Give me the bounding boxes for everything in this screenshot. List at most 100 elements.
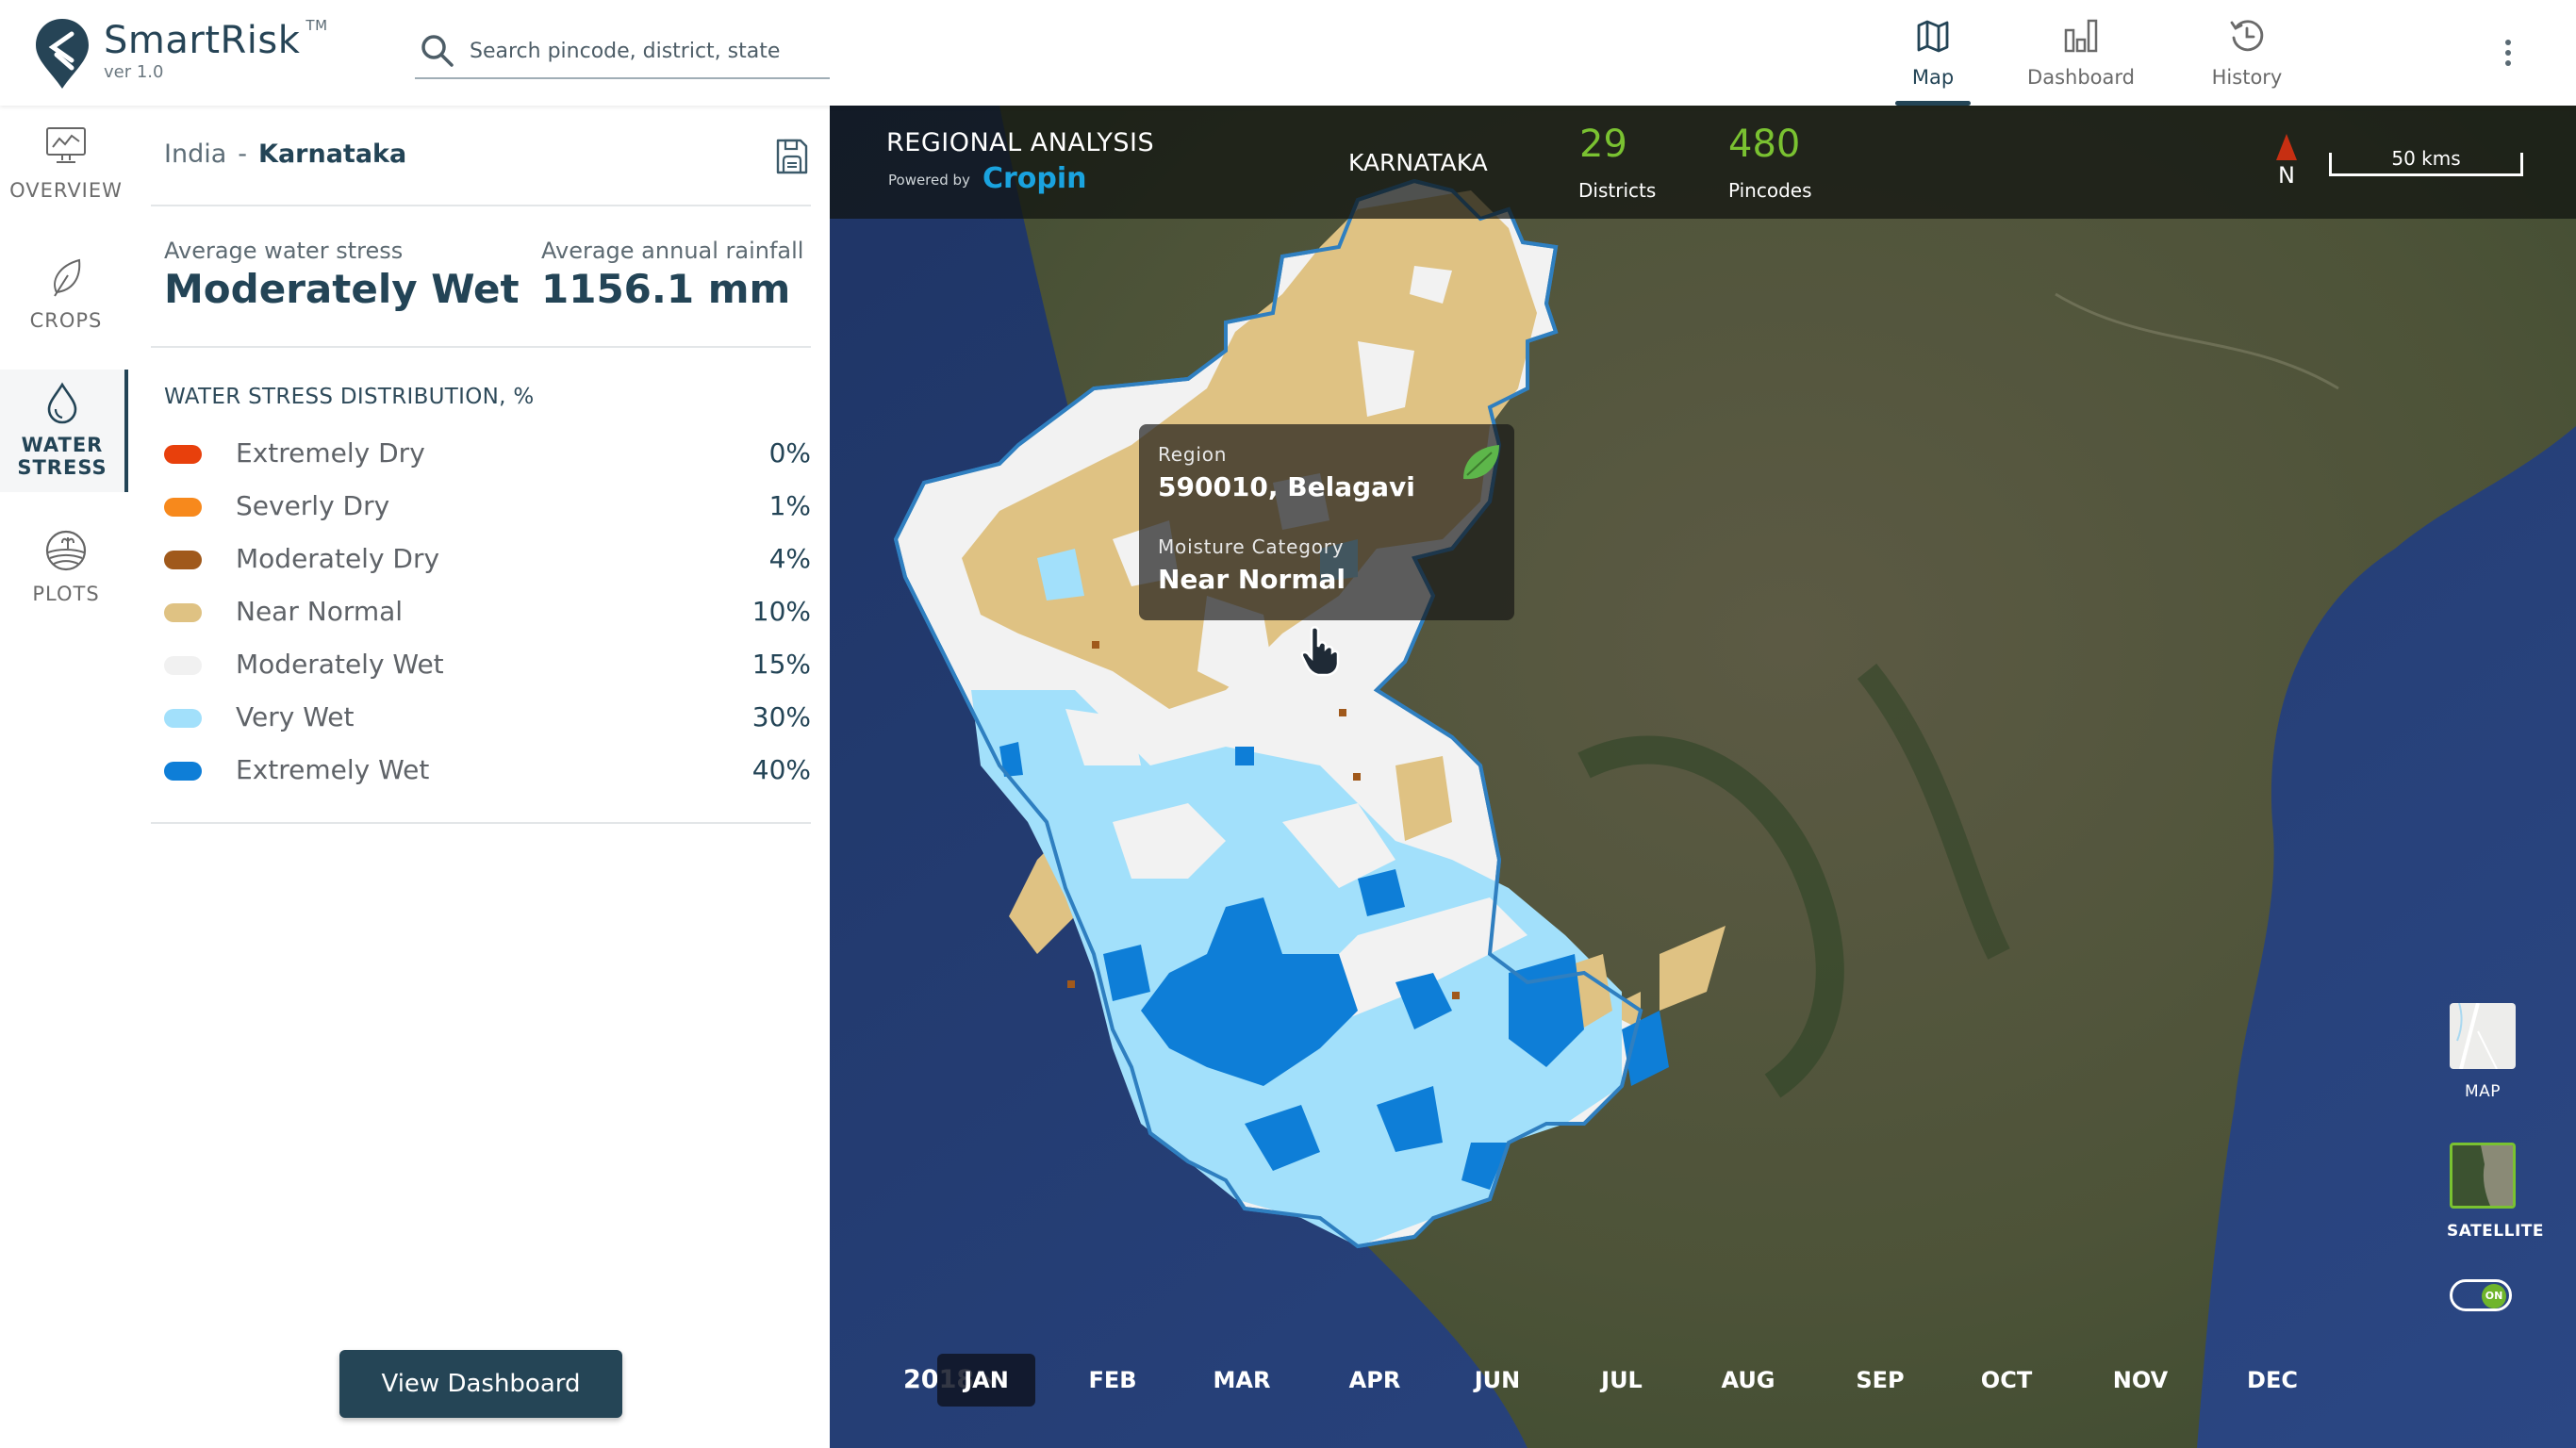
- legend-value: 10%: [751, 596, 811, 627]
- tooltip-region-label: Region: [1158, 443, 1228, 466]
- tooltip-category-value: Near Normal: [1158, 564, 1346, 595]
- search-icon: [421, 35, 454, 67]
- legend-label: Very Wet: [236, 701, 355, 732]
- legend-swatch: [164, 656, 202, 675]
- month-tab-apr[interactable]: APR: [1326, 1354, 1424, 1407]
- month-tab-sep[interactable]: SEP: [1831, 1354, 1929, 1407]
- leaf-icon: [54, 258, 81, 297]
- north-arrow-icon: N: [2272, 134, 2301, 209]
- breadcrumb-country[interactable]: India: [164, 140, 226, 169]
- legend-swatch: [164, 498, 202, 517]
- legend-value: 40%: [751, 754, 811, 785]
- water-drop-icon: [47, 382, 77, 424]
- leaf-icon: [1463, 445, 1499, 480]
- powered-by-label: Powered by: [888, 172, 970, 189]
- divider: [151, 205, 811, 206]
- rail-label-crops: CROPS: [29, 309, 103, 332]
- legend-value: 15%: [751, 649, 811, 680]
- active-tab-indicator: [1895, 101, 1971, 106]
- search-field[interactable]: [415, 23, 830, 79]
- divider: [151, 822, 811, 824]
- hand-cursor-icon: [1300, 626, 1340, 677]
- region-tooltip: Region 590010, Belagavi Moisture Categor…: [1139, 424, 1514, 620]
- month-tab-dec[interactable]: DEC: [2223, 1354, 2321, 1407]
- tooltip-category-label: Moisture Category: [1158, 535, 1345, 558]
- nav-history[interactable]: History: [2176, 0, 2318, 106]
- month-tab-jun[interactable]: JUN: [1448, 1354, 1546, 1407]
- view-dashboard-button[interactable]: View Dashboard: [339, 1350, 622, 1418]
- satellite-layer-thumbnail: [2450, 1143, 2516, 1209]
- legend-swatch: [164, 709, 202, 728]
- nav-map[interactable]: Map: [1862, 0, 2004, 106]
- regional-analysis-bar: REGIONAL ANALYSIS Powered by Cropin KARN…: [830, 106, 2576, 219]
- legend-value: 1%: [768, 490, 811, 521]
- layer-satellite-label: SATELLITE: [2447, 1222, 2544, 1241]
- save-icon[interactable]: [775, 138, 809, 175]
- avg-water-stress-value: Moderately Wet: [164, 266, 520, 312]
- avg-water-stress-label: Average water stress: [164, 238, 404, 264]
- app-header: SmartRiskTM ver 1.0 Map Dashboard Histor…: [0, 0, 2576, 106]
- legend-row: Extremely Wet 40%: [164, 752, 811, 790]
- app-name: SmartRisk TM: [104, 16, 328, 62]
- avg-rainfall-label: Average annual rainfall: [541, 238, 804, 264]
- selected-state-name: KARNATAKA: [1348, 149, 1488, 176]
- rail-item-water-stress[interactable]: WATER STRESS: [0, 370, 128, 492]
- avg-rainfall-value: 1156.1 mm: [541, 266, 791, 312]
- pincodes-count: 480: [1728, 123, 1801, 166]
- legend-swatch: [164, 445, 202, 464]
- rail-label-water-stress: WATER STRESS: [17, 434, 107, 479]
- legend-swatch: [164, 762, 202, 781]
- legend-row: Moderately Wet 15%: [164, 647, 811, 684]
- legend-swatch: [164, 551, 202, 569]
- legend-label: Severly Dry: [236, 490, 390, 521]
- satellite-basemap[interactable]: [830, 106, 2576, 1448]
- history-icon: [2230, 20, 2264, 52]
- month-tab-oct[interactable]: OCT: [1957, 1354, 2056, 1407]
- nav-history-label: History: [2211, 66, 2283, 89]
- districts-label: Districts: [1578, 179, 1657, 202]
- map-view[interactable]: REGIONAL ANALYSIS Powered by Cropin KARN…: [830, 106, 2576, 1448]
- legend-label: Extremely Wet: [236, 754, 430, 785]
- tooltip-region-value: 590010, Belagavi: [1158, 471, 1415, 502]
- legend-row: Extremely Dry 0%: [164, 436, 811, 473]
- month-tab-aug[interactable]: AUG: [1699, 1354, 1797, 1407]
- map-icon: [1917, 20, 1949, 53]
- legend-label: Extremely Dry: [236, 437, 425, 469]
- month-tab-mar[interactable]: MAR: [1193, 1354, 1291, 1407]
- divider: [151, 346, 811, 348]
- search-input[interactable]: [468, 32, 820, 70]
- rail-label-plots: PLOTS: [32, 583, 100, 605]
- nav-dashboard[interactable]: Dashboard: [2010, 0, 2152, 106]
- more-options-icon[interactable]: [2499, 36, 2518, 74]
- layer-satellite-button[interactable]: SATELLITE: [2447, 1143, 2544, 1241]
- legend-label: Moderately Wet: [236, 649, 444, 680]
- app-version: ver 1.0: [104, 62, 164, 82]
- breadcrumb-state: Karnataka: [258, 140, 407, 169]
- monitor-chart-icon: [46, 127, 86, 163]
- month-timeline: 2018 JANFEBMARAPRJUNJULAUGSEPOCTNOVDEC: [830, 1348, 2576, 1414]
- month-tab-feb[interactable]: FEB: [1064, 1354, 1162, 1407]
- rail-item-crops[interactable]: CROPS: [0, 255, 132, 332]
- legend-value: 0%: [768, 437, 811, 469]
- legend-row: Very Wet 30%: [164, 699, 811, 737]
- breadcrumb: India - Karnataka: [164, 140, 407, 169]
- rail-item-plots[interactable]: PLOTS: [0, 528, 132, 605]
- month-tab-jul[interactable]: JUL: [1573, 1354, 1671, 1407]
- rail-item-overview[interactable]: OVERVIEW: [0, 124, 132, 202]
- pincodes-label: Pincodes: [1728, 179, 1812, 202]
- districts-count: 29: [1579, 123, 1627, 166]
- legend-value: 30%: [751, 701, 811, 732]
- legend-row: Near Normal 10%: [164, 594, 811, 632]
- legend-row: Moderately Dry 4%: [164, 541, 811, 579]
- distribution-title: WATER STRESS DISTRIBUTION, %: [164, 385, 535, 409]
- scale-bar: 50 kms: [2329, 147, 2523, 176]
- legend-value: 4%: [768, 543, 811, 574]
- overlay-toggle[interactable]: ON: [2450, 1279, 2512, 1311]
- regional-analysis-title: REGIONAL ANALYSIS: [886, 128, 1155, 157]
- month-tab-jan[interactable]: JAN: [937, 1354, 1035, 1407]
- layer-map-button[interactable]: MAP: [2447, 1003, 2518, 1101]
- month-tab-nov[interactable]: NOV: [2091, 1354, 2189, 1407]
- legend-label: Moderately Dry: [236, 543, 440, 574]
- cropin-logo: Cropin: [983, 162, 1087, 195]
- smartrisk-logo-icon: [36, 19, 89, 89]
